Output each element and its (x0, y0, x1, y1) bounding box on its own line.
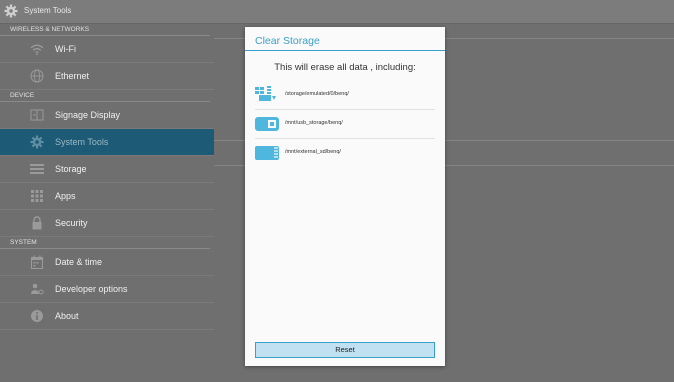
sidebar-item-label: About (55, 311, 79, 321)
clear-storage-dialog: Clear Storage This will erase all data ,… (245, 27, 445, 366)
sidebar-item-ethernet[interactable]: Ethernet (0, 63, 214, 90)
section-header-wireless: WIRELESS & NETWORKS (0, 24, 210, 36)
reset-button[interactable]: Reset (255, 342, 435, 358)
sidebar-item-label: Date & time (55, 257, 103, 267)
sidebar-item-label: Wi-Fi (55, 44, 76, 54)
lock-icon (32, 216, 42, 230)
usb-storage-icon (255, 117, 279, 131)
title-bar: System Tools (0, 0, 674, 24)
dialog-title: Clear Storage (255, 35, 320, 47)
sidebar-item-label: Security (55, 218, 88, 228)
gear-icon (30, 135, 44, 149)
section-header-device: DEVICE (0, 90, 210, 102)
storage-icon (30, 164, 44, 174)
developer-icon (31, 283, 44, 295)
apps-icon (31, 190, 43, 202)
sidebar-item-wifi[interactable]: Wi-Fi (0, 36, 214, 63)
divider (255, 138, 435, 139)
sidebar-item-system-tools[interactable]: System Tools (0, 129, 214, 156)
sidebar-item-about[interactable]: About (0, 303, 214, 330)
internal-storage-icon (255, 86, 276, 101)
settings-sidebar: WIRELESS & NETWORKS Wi-Fi Ethernet DEVIC… (0, 24, 214, 382)
wifi-icon (30, 44, 44, 56)
sidebar-item-developer-options[interactable]: Developer options (0, 276, 214, 303)
path-item-sd: /mnt/external_sd/benq/ (255, 140, 435, 166)
sidebar-item-label: System Tools (55, 137, 109, 147)
dialog-title-divider (245, 50, 445, 51)
sidebar-item-security[interactable]: Security (0, 210, 214, 237)
path-label: /mnt/usb_storage/benq/ (285, 120, 343, 126)
gear-icon (4, 4, 18, 18)
dialog-message: This will erase all data , including: (274, 62, 416, 73)
sidebar-item-signage-display[interactable]: Signage Display (0, 102, 214, 129)
sd-card-icon (255, 146, 279, 160)
sidebar-item-storage[interactable]: Storage (0, 156, 214, 183)
section-header-system: SYSTEM (0, 237, 210, 249)
sidebar-item-label: Ethernet (55, 71, 90, 81)
sidebar-item-label: Signage Display (55, 110, 121, 120)
sidebar-item-date-time[interactable]: Date & time (0, 249, 214, 276)
ethernet-icon (30, 69, 44, 83)
calendar-icon (30, 255, 44, 269)
path-item-usb: /mnt/usb_storage/benq/ (255, 111, 435, 137)
sidebar-item-label: Storage (55, 164, 87, 174)
divider (255, 109, 435, 110)
sidebar-item-apps[interactable]: Apps (0, 183, 214, 210)
sidebar-item-label: Developer options (55, 284, 128, 294)
path-label: /mnt/external_sd/benq/ (285, 149, 341, 155)
display-icon (30, 109, 44, 121)
path-item-internal: /storage/emulated/0/benq/ (255, 82, 435, 108)
sidebar-item-label: Apps (55, 191, 76, 201)
info-icon (31, 310, 43, 322)
app-title: System Tools (24, 6, 72, 15)
path-label: /storage/emulated/0/benq/ (285, 91, 349, 97)
